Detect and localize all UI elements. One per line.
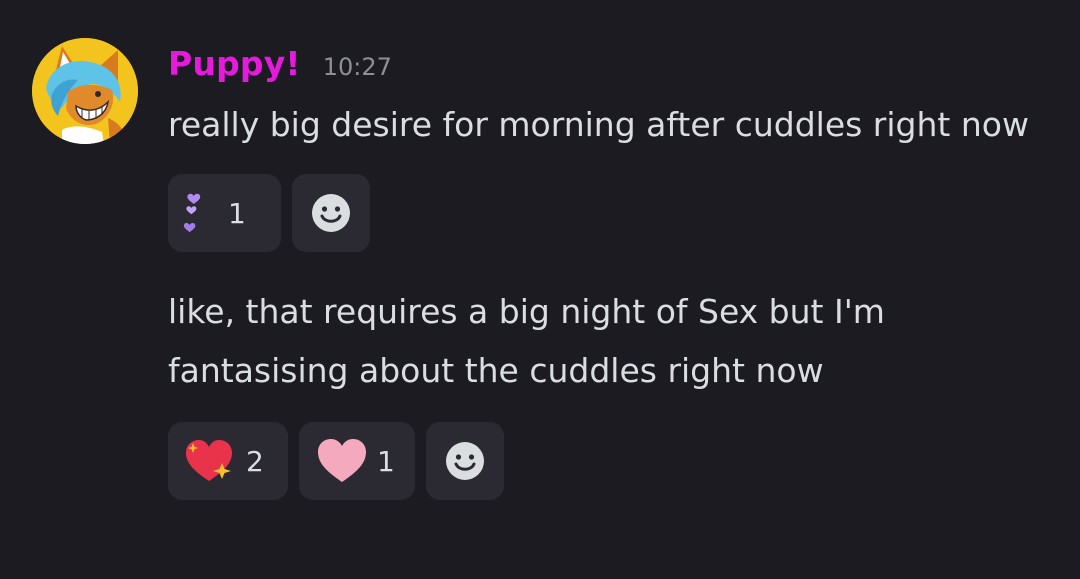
reaction-sparkling-heart[interactable]: 2: [168, 422, 288, 500]
reaction-count: 2: [246, 444, 264, 478]
pink-heart-emoji: [315, 438, 369, 484]
reaction-bar: 2 1: [168, 422, 1048, 500]
reaction-count: 1: [377, 444, 395, 478]
message-text: really big desire for morning after cudd…: [168, 105, 1029, 144]
reaction-pink-heart[interactable]: 1: [299, 422, 415, 500]
message-group: Puppy! 10:27 really big desire for morni…: [168, 44, 1048, 500]
fox-avatar-icon[interactable]: [32, 38, 138, 144]
add-reaction-button[interactable]: [292, 174, 370, 252]
message-header: Puppy! 10:27: [168, 44, 1048, 94]
reaction-count: 1: [228, 196, 246, 230]
message-text: like, that requires a big night of Sex b…: [168, 292, 885, 390]
sparkling-heart-emoji: [182, 437, 238, 485]
chat-view: Puppy! 10:27 really big desire for morni…: [0, 0, 1080, 579]
add-reaction-button[interactable]: [426, 422, 504, 500]
reaction-bar: 1: [168, 174, 1048, 252]
purple-hearts-emoji: [168, 189, 228, 237]
timestamp: 10:27: [322, 53, 392, 81]
username[interactable]: Puppy!: [168, 44, 301, 83]
smiley-add-reaction-icon: [444, 440, 486, 482]
smiley-add-reaction-icon: [310, 192, 352, 234]
reaction-purple-hearts[interactable]: 1: [168, 174, 281, 252]
